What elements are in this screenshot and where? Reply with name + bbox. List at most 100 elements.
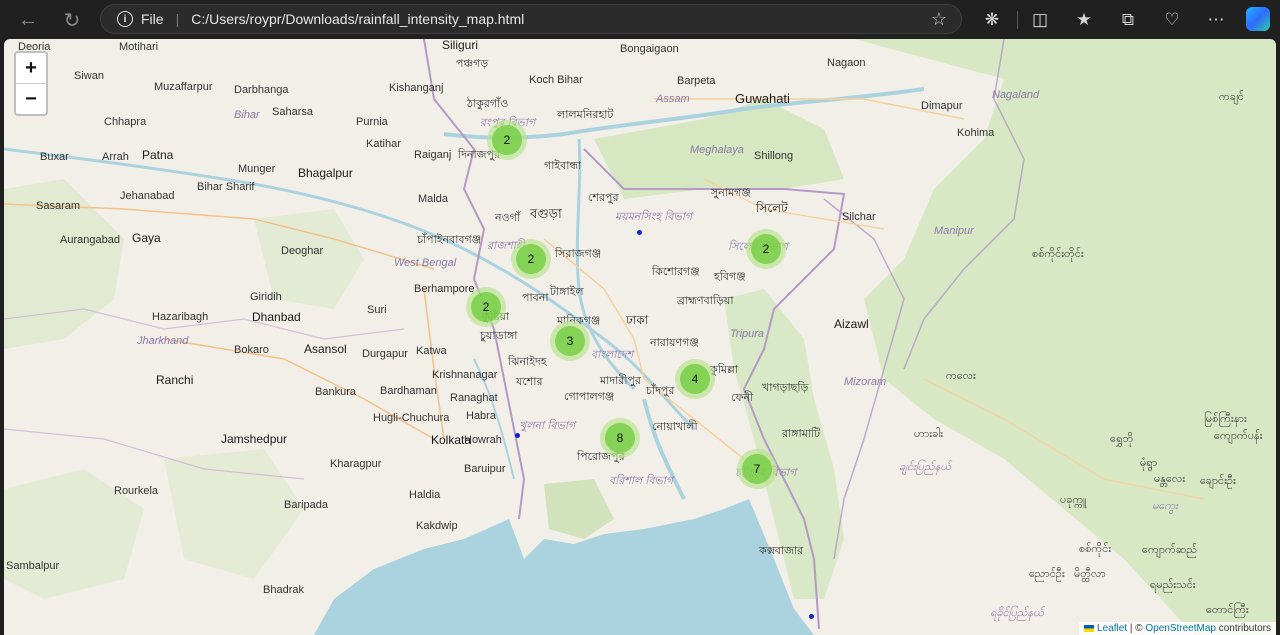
place-label: Guwahati [735,91,790,106]
marker-cluster[interactable]: 2 [466,287,506,327]
place-label: Raiganj [414,149,452,161]
marker-cluster[interactable]: 2 [487,120,527,160]
place-label: ফেনী [731,392,754,404]
info-icon[interactable]: i [117,11,133,27]
place-label: Hugli-Chuchura [373,412,450,424]
place-label: Katwa [416,345,447,357]
rainfall-marker[interactable] [809,614,814,619]
place-label: সিরাজগঞ্জ [555,248,602,260]
zoom-in-button[interactable]: + [16,53,46,84]
place-label: ပခုက္ကူ [1060,494,1087,506]
place-label: တောင်ကြီး [1206,604,1249,616]
place-label: မုံရွာ [1140,457,1158,469]
marker-cluster[interactable]: 8 [600,418,640,458]
marker-cluster[interactable]: 2 [746,229,786,269]
place-label: ရွှေဘို [1110,433,1134,445]
place-label: ময়মনসিংহ বিভাগ [615,211,693,223]
rainfall-marker[interactable] [515,433,520,438]
place-label: ကျောက်ဆည် [1142,544,1198,556]
place-label: Sambalpur [6,560,60,572]
back-arrow-icon[interactable]: ← [14,6,42,34]
place-label: Ranaghat [450,392,498,404]
ukraine-flag-icon [1084,624,1095,632]
place-label: Bardhaman [380,385,437,397]
place-label: ရခိုင်ပြည်နယ် [990,607,1044,619]
osm-link[interactable]: OpenStreetMap [1145,623,1216,634]
place-label: বাংলাদেশ [591,349,634,361]
place-label: စစ်ကိုင်းတိုင်း [1032,248,1084,260]
place-label: Siliguri [442,39,479,52]
marker-cluster[interactable]: 2 [511,239,551,279]
place-label: চাঁপাইনবাবগঞ্জ [417,234,482,246]
place-label: Motihari [119,41,159,53]
place-label: West Bengal [394,257,457,269]
place-label: গোপালগঞ্জ [564,391,615,403]
place-label: Deoghar [281,245,324,257]
extensions-icon[interactable]: ❋ [980,8,1004,32]
place-label: Habra [466,410,496,422]
place-label: Manipur [934,225,974,237]
place-label: ညောင်ဦး [1029,568,1065,580]
copilot-icon[interactable] [1246,7,1270,31]
place-label: Nagaland [992,89,1040,101]
more-menu-icon[interactable]: ⋯ [1204,8,1228,32]
place-label: সুনামগঞ্জ [711,187,751,199]
place-label: নোয়াখালী [652,421,698,433]
place-label: Howrah [464,434,502,446]
place-label: Kishanganj [389,82,444,94]
place-label: မကွေး [1152,500,1178,512]
place-label: စစ်ကိုင်း [1079,543,1112,555]
place-label: ঝিনাইদহ [508,356,547,368]
place-label: Bankura [315,386,356,398]
favorite-star-icon[interactable]: ☆ [931,9,947,30]
address-bar[interactable]: i File | C:/Users/roypr/Downloads/rainfa… [100,4,962,34]
place-label: Shillong [754,150,794,162]
map-attribution: Leaflet | © OpenStreetMap contributors [1079,622,1276,635]
place-label: ရမည်းသင်း [1150,579,1196,591]
collections-icon[interactable]: ⧉ [1116,8,1140,32]
split-screen-icon[interactable]: ◫ [1028,8,1052,32]
place-label: ঠাকুরগাঁও [467,98,509,110]
place-label: গাইবান্ধা [544,160,582,172]
place-label: Durgapur [362,348,408,360]
place-label: Aizawl [834,317,869,331]
leaflet-link[interactable]: Leaflet [1097,623,1127,634]
place-label: Meghalaya [690,144,744,156]
place-label: কিশোরগঞ্জ [652,266,700,278]
place-label: চাঁদপুর [646,385,675,397]
place-label: নারায়ণগঞ্জ [650,337,699,349]
place-label: ဟားခါး [914,428,943,440]
cluster-count: 7 [742,454,772,484]
place-label: Barpeta [677,75,716,87]
zoom-out-button[interactable]: − [16,84,46,114]
place-label: টাঙ্গাইল [550,286,584,298]
place-label: Saharsa [272,106,313,118]
place-label: Jharkhand [137,335,189,347]
place-label: হবিগঞ্জ [714,271,746,283]
favorites-icon[interactable]: ★ [1072,8,1096,32]
place-label: পাবনা [522,292,549,304]
address-scheme: File [141,11,164,27]
place-label: ကလေး [946,370,976,382]
map-container[interactable]: Siliguri Motihari Deoria Siwan Muzaffarp… [4,39,1276,635]
place-label: Jehanabad [120,190,175,202]
marker-cluster[interactable]: 7 [737,449,777,489]
place-label: Kakdwip [416,520,458,532]
place-label: Assam [656,93,690,105]
cluster-count: 3 [555,326,585,356]
rainfall-marker[interactable] [637,230,642,235]
place-label: Siwan [74,70,104,82]
place-label: Kharagpur [330,458,382,470]
place-label: Ranchi [156,373,194,387]
place-label: মাদারীপুর [600,375,641,387]
browser-essentials-icon[interactable]: ♡ [1160,8,1184,32]
marker-cluster[interactable]: 4 [675,359,715,399]
place-label: Malda [418,193,448,205]
place-label: Darbhanga [234,84,289,96]
cluster-count: 2 [751,234,781,264]
marker-cluster[interactable]: 3 [550,321,590,361]
toolbar-divider [1017,11,1018,29]
place-label: ကချင် [1219,91,1244,103]
refresh-icon[interactable]: ↻ [58,6,86,34]
place-label: Suri [367,304,387,316]
